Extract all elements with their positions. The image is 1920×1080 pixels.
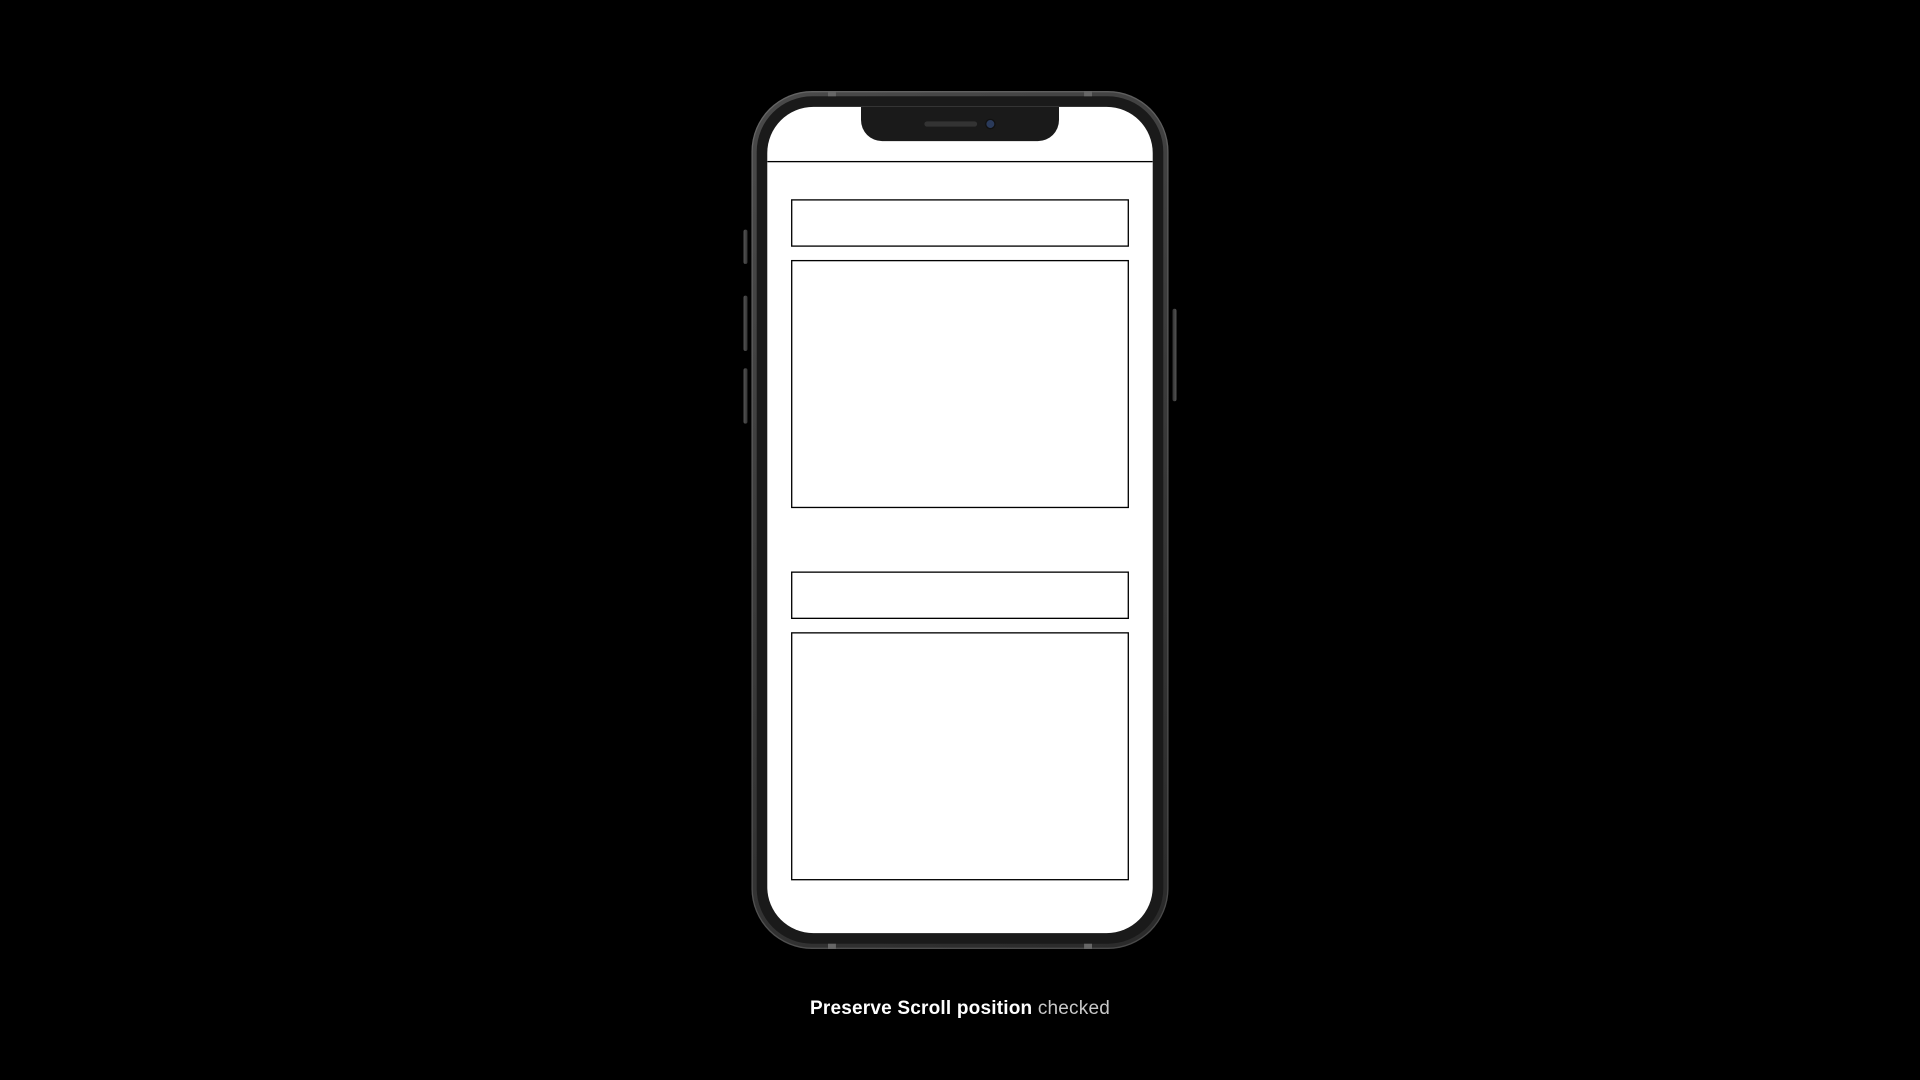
iphone-notch	[861, 107, 1059, 141]
iphone-frame	[751, 91, 1168, 949]
wireframe-section-body	[791, 260, 1129, 508]
silence-switch	[744, 230, 748, 264]
wireframe-section-body	[791, 632, 1129, 880]
volume-up-button	[744, 296, 748, 351]
iphone-inner-frame	[757, 96, 1164, 943]
phone-mockup-wrapper	[751, 91, 1168, 949]
wireframe-content-area[interactable]	[767, 162, 1152, 880]
antenna-line	[828, 91, 836, 96]
iphone-screen	[767, 107, 1152, 933]
power-button	[1173, 309, 1177, 401]
antenna-line	[1084, 91, 1092, 96]
wireframe-section-header	[791, 199, 1129, 247]
antenna-line	[1084, 944, 1092, 949]
caption-text: Preserve Scroll position checked	[810, 998, 1110, 1020]
front-camera	[985, 119, 996, 130]
wireframe-spacer	[791, 521, 1129, 558]
antenna-line	[828, 944, 836, 949]
volume-down-button	[744, 368, 748, 423]
caption-regular-text: checked	[1032, 998, 1110, 1019]
caption-bold-text: Preserve Scroll position	[810, 998, 1032, 1019]
screen-content	[767, 107, 1152, 933]
wireframe-top-bar	[767, 144, 1152, 162]
wireframe-section-header	[791, 571, 1129, 619]
speaker-grille	[924, 121, 977, 126]
